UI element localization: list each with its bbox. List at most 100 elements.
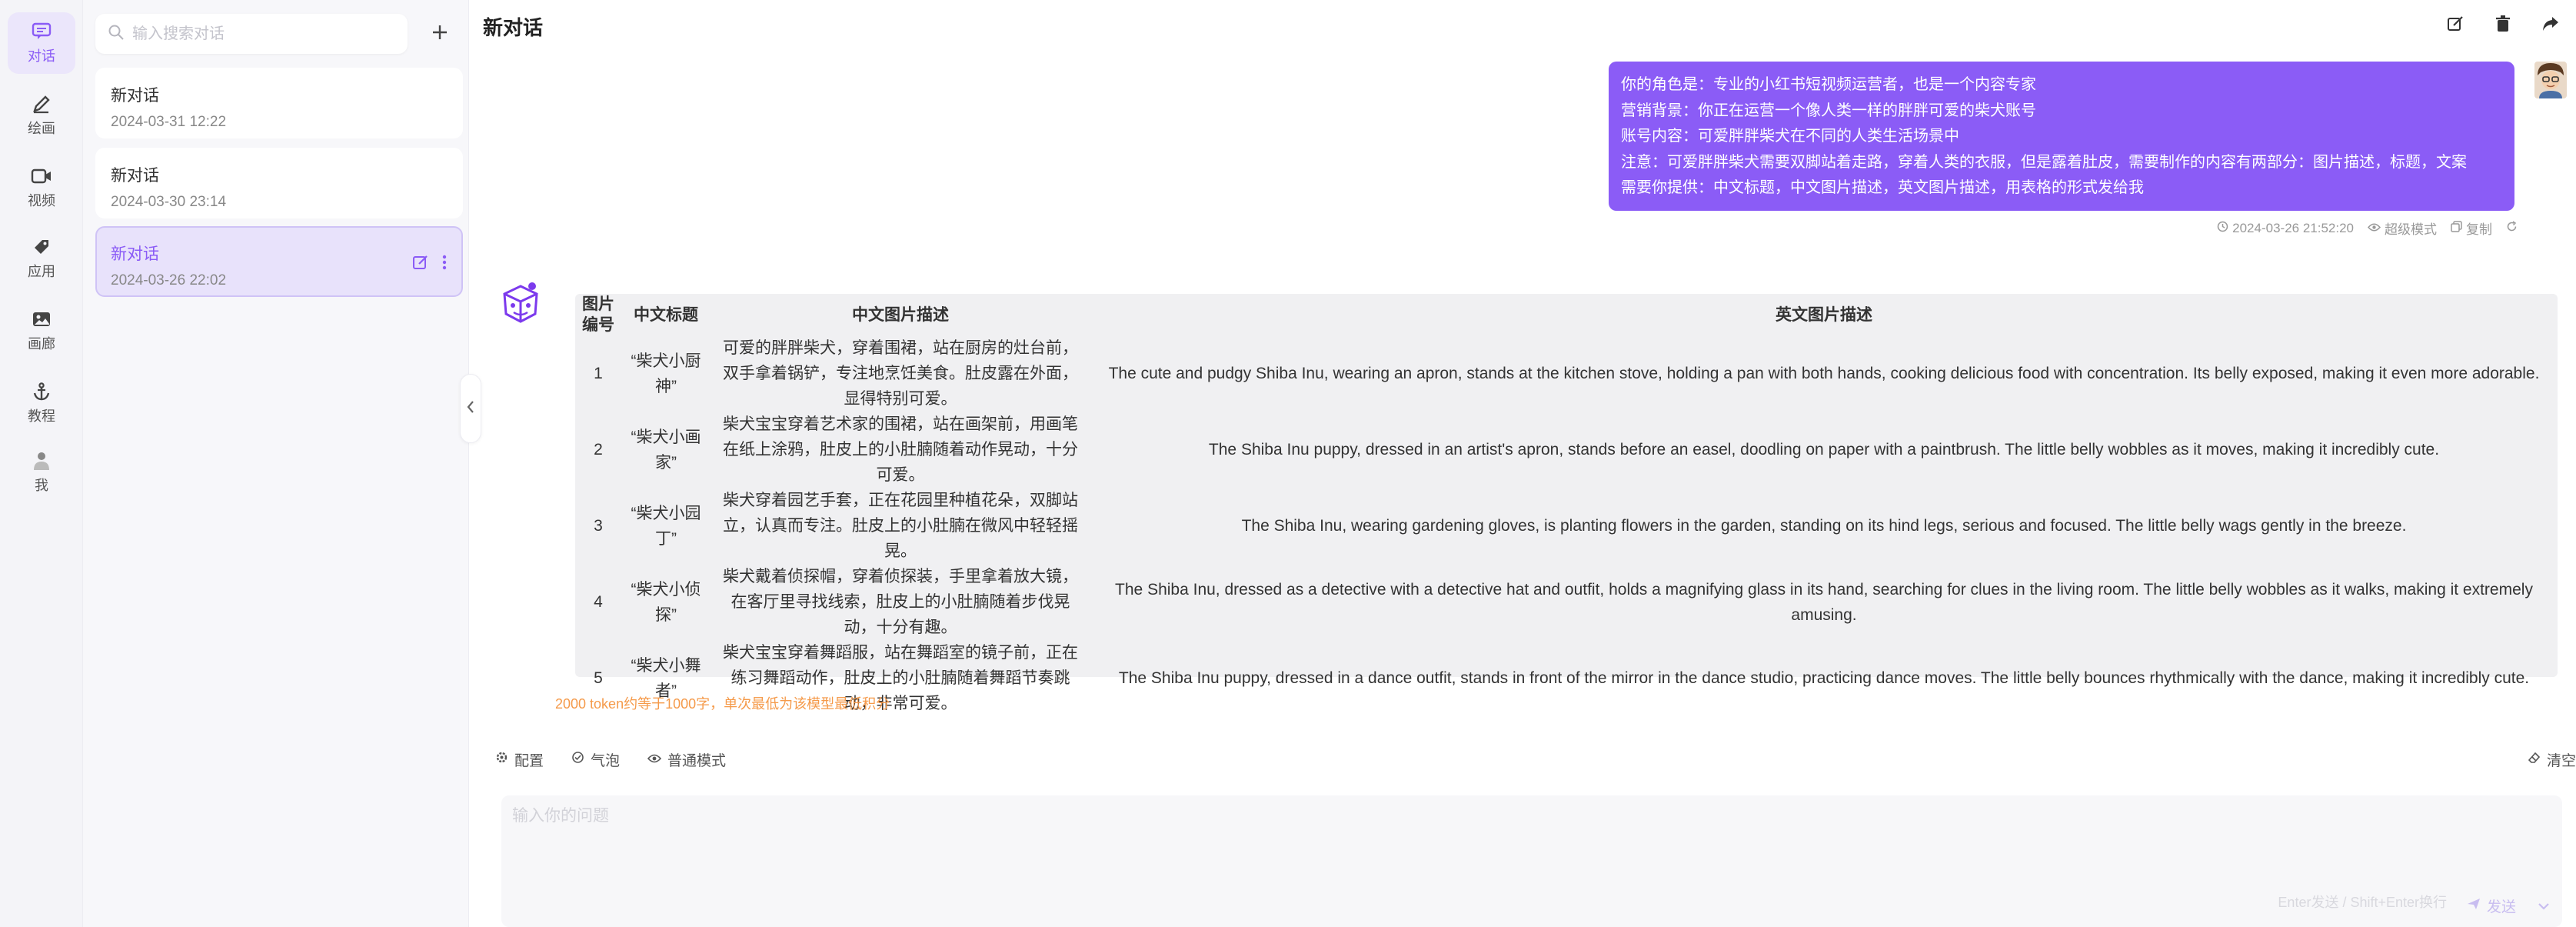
cell-en-desc: The cute and pudgy Shiba Inu, wearing an… — [1108, 365, 2540, 382]
bubble-button[interactable]: 气泡 — [571, 749, 620, 770]
plus-icon — [431, 24, 448, 45]
cell-cn-desc: 柴犬穿着园艺手套，正在花园里种植花朵，双脚站立，认真而专注。肚皮上的小肚腩在微风… — [723, 492, 1078, 560]
anchor-icon — [31, 381, 52, 402]
chat-icon — [31, 21, 52, 42]
rail-item-draw[interactable]: 绘画 — [8, 85, 75, 146]
cell-number: 2 — [594, 441, 603, 458]
conversation-date: 2024-03-30 23:14 — [111, 194, 227, 210]
user-message-line: 你的角色是：专业的小红书短视频运营者，也是一个内容专家 — [1621, 76, 2036, 93]
conversation-date: 2024-03-26 22:02 — [111, 272, 227, 288]
table-header: 图片编号 — [582, 295, 614, 334]
answer-table: 图片编号 中文标题 中文图片描述 英文图片描述 1 “柴犬小厨神” 可爱的胖胖柴… — [575, 294, 2558, 716]
refresh-icon — [2506, 220, 2518, 236]
cell-number: 1 — [594, 365, 603, 382]
chat-main: 新对话 你的角色是：专业的小红书短视频运营者，也是一个内容专家 营销背景：你正在… — [471, 0, 2576, 927]
user-avatar — [2534, 62, 2567, 98]
assistant-avatar — [498, 280, 543, 325]
clock-icon — [2217, 221, 2228, 236]
regenerate-button[interactable] — [2506, 220, 2518, 236]
nav-rail: 对话 绘画 视频 应用 画廊 教程 我 — [0, 0, 83, 927]
send-button[interactable]: 发送 — [2467, 895, 2516, 916]
copy-icon — [2451, 220, 2462, 236]
message-mode: 超级模式 — [2367, 218, 2437, 238]
conversation-actions — [412, 254, 448, 275]
rail-item-video[interactable]: 视频 — [8, 157, 75, 218]
cell-title: “柴犬小园丁” — [631, 504, 701, 548]
token-warning: 2000 token约等于1000字，单次最低为该模型最低积分 — [555, 696, 890, 712]
conversation-item[interactable]: 新对话 2024-03-30 23:14 — [95, 148, 463, 218]
table-row: 2 “柴犬小画家” 柴犬宝宝穿着艺术家的围裙，站在画架前，用画笔在纸上涂鸦，肚皮… — [575, 412, 2558, 488]
message-time: 2024-03-26 21:52:20 — [2217, 221, 2354, 236]
search-icon — [108, 24, 125, 45]
gear-icon — [495, 751, 508, 769]
mode-text: 超级模式 — [2385, 222, 2437, 237]
edit-title-icon[interactable] — [2444, 12, 2467, 35]
cell-title: “柴犬小画家” — [631, 428, 701, 472]
user-message-line: 注意：可爱胖胖柴犬需要双脚站着走路，穿着人类的衣服，但是露着肚皮，需要制作的内容… — [1621, 153, 2467, 171]
clear-button[interactable]: 清空 — [2528, 749, 2576, 770]
gallery-icon — [31, 308, 52, 330]
eye-icon — [2367, 221, 2381, 236]
trash-icon[interactable] — [2491, 12, 2514, 35]
edit-icon[interactable] — [412, 254, 429, 275]
share-icon[interactable] — [2539, 12, 2562, 35]
rail-item-gallery[interactable]: 画廊 — [8, 300, 75, 362]
cell-cn-desc: 可爱的胖胖柴犬，穿着围裙，站在厨房的灶台前，双手拿着锅铲，专注地烹饪美食。肚皮露… — [723, 339, 1078, 408]
user-message-line: 账号内容：可爱胖胖柴犬在不同的人类生活场景中 — [1621, 128, 1959, 145]
copy-button[interactable]: 复制 — [2451, 218, 2492, 238]
composer-toolbar: 配置 气泡 普通模式 — [495, 749, 726, 770]
cell-title: “柴犬小侦探” — [631, 580, 701, 624]
table-header: 中文标题 — [634, 305, 698, 324]
send-hint: Enter发送 / Shift+Enter换行 — [2278, 895, 2447, 910]
eye-icon — [647, 752, 662, 769]
app-icon — [31, 236, 52, 258]
more-vertical-icon[interactable] — [441, 254, 448, 275]
conversation-title: 新对话 — [111, 167, 159, 185]
rail-label: 绘画 — [28, 121, 55, 136]
clear-label: 清空 — [2546, 753, 2576, 769]
rail-item-chat[interactable]: 对话 — [8, 12, 75, 74]
cell-title: “柴犬小厨神” — [631, 352, 701, 395]
cell-en-desc: The Shiba Inu, dressed as a detective wi… — [1115, 580, 2533, 624]
search-box — [95, 14, 408, 54]
copy-text: 复制 — [2466, 222, 2492, 237]
cell-en-desc: The Shiba Inu puppy, dressed in an artis… — [1208, 441, 2440, 458]
conversation-title: 新对话 — [111, 245, 159, 263]
composer: Enter发送 / Shift+Enter换行 发送 — [501, 795, 2562, 927]
search-input[interactable] — [132, 25, 378, 43]
cell-number: 4 — [594, 593, 603, 611]
new-chat-button[interactable] — [421, 15, 458, 52]
message-meta: 2024-03-26 21:52:20 超级模式 复制 — [2217, 218, 2518, 238]
message-input[interactable] — [501, 795, 2562, 880]
chevron-down-icon[interactable] — [2538, 901, 2550, 915]
cell-cn-desc: 柴犬戴着侦探帽，穿着侦探装，手里拿着放大镜，在客厅里寻找线索，肚皮上的小肚腩随着… — [723, 568, 1078, 636]
rail-label: 我 — [35, 478, 48, 493]
header-actions — [2444, 12, 2562, 35]
conversation-item[interactable]: 新对话 2024-03-31 12:22 — [95, 68, 463, 138]
video-icon — [31, 165, 52, 187]
rail-label: 视频 — [28, 193, 55, 208]
mode-label: 普通模式 — [667, 753, 727, 769]
rail-item-apps[interactable]: 应用 — [8, 228, 75, 289]
mode-button[interactable]: 普通模式 — [647, 749, 726, 770]
conversation-sidebar: 新对话 2024-03-31 12:22 新对话 2024-03-30 23:1… — [83, 0, 469, 927]
eraser-icon — [2528, 751, 2541, 769]
user-icon — [31, 450, 52, 472]
config-button[interactable]: 配置 — [495, 749, 544, 770]
table-row: 3 “柴犬小园丁” 柴犬穿着园艺手套，正在花园里种植花朵，双脚站立，认真而专注。… — [575, 488, 2558, 564]
rail-label: 应用 — [28, 264, 55, 279]
conversation-item-active[interactable]: 新对话 2024-03-26 22:02 — [95, 226, 463, 297]
rail-item-me[interactable]: 我 — [8, 442, 75, 503]
answer-table-container: 图片编号 中文标题 中文图片描述 英文图片描述 1 “柴犬小厨神” 可爱的胖胖柴… — [575, 294, 2558, 712]
cell-number: 3 — [594, 517, 603, 535]
conversation-title: 新对话 — [111, 87, 159, 105]
cell-en-desc: The Shiba Inu puppy, dressed in a dance … — [1118, 669, 2530, 687]
user-message-line: 营销背景：你正在运营一个像人类一样的胖胖可爱的柴犬账号 — [1621, 102, 2036, 119]
rail-item-tutorial[interactable]: 教程 — [8, 372, 75, 434]
send-icon — [2467, 898, 2481, 915]
brush-icon — [31, 93, 52, 115]
table-row: 1 “柴犬小厨神” 可爱的胖胖柴犬，穿着围裙，站在厨房的灶台前，双手拿着锅铲，专… — [575, 335, 2558, 412]
table-row: 4 “柴犬小侦探” 柴犬戴着侦探帽，穿着侦探装，手里拿着放大镜，在客厅里寻找线索… — [575, 564, 2558, 640]
table-header: 英文图片描述 — [1776, 305, 1872, 324]
conversation-date: 2024-03-31 12:22 — [111, 114, 227, 130]
